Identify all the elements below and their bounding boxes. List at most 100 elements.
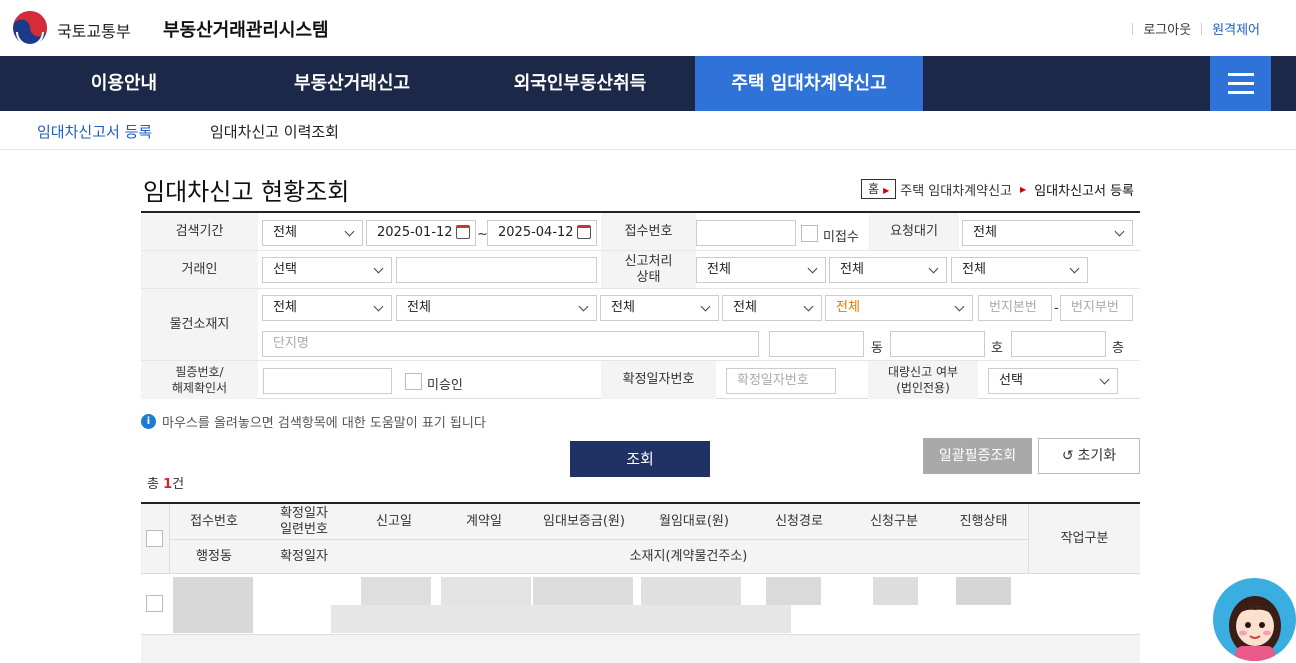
unapproved-label: 미승인	[427, 378, 463, 393]
remote-control-link[interactable]: 원격제어	[1212, 19, 1260, 38]
date-from-field[interactable]: 2025-01-12	[366, 220, 476, 246]
confirm-no-label: 확정일자번호	[601, 361, 716, 399]
calendar-icon[interactable]	[456, 225, 470, 239]
th-status[interactable]: 진행상태	[939, 504, 1028, 539]
info-icon: i	[141, 414, 156, 429]
cert-label: 필증번호/ 해제확인서	[141, 361, 258, 399]
total-count: 총 1건	[147, 473, 184, 492]
th-confirm-serial[interactable]: 확정일자 일련번호	[259, 504, 349, 539]
sub-nav: 임대차신고서 등록 임대차신고 이력조회	[0, 111, 1296, 150]
breadcrumb-home[interactable]: 홈 ▶	[861, 179, 897, 199]
confirm-no-input[interactable]: 확정일자번호	[726, 368, 836, 394]
ho-input[interactable]	[890, 331, 985, 357]
redacted-cell	[873, 577, 918, 605]
location-sido-select[interactable]: 전체	[262, 295, 392, 321]
logout-link[interactable]: 로그아웃	[1143, 19, 1191, 38]
girl-character-icon	[1229, 596, 1281, 661]
menu-hamburger-icon[interactable]	[1210, 56, 1271, 111]
party-name-input[interactable]	[396, 257, 597, 283]
th-confirm-date[interactable]: 확정일자	[259, 540, 349, 574]
period-label: 검색기간	[141, 213, 258, 250]
lot-dash: -	[1054, 301, 1059, 316]
location-ri-select[interactable]: 전체	[722, 295, 822, 321]
header: 국토교통부 부동산거래관리시스템 로그아웃 원격제어	[0, 0, 1296, 56]
gnb-item-trade-report[interactable]: 부동산거래신고	[272, 56, 432, 111]
location-type-select[interactable]: 전체	[825, 295, 973, 321]
utility-links: 로그아웃 원격제어	[1122, 19, 1260, 38]
complex-name-input[interactable]: 단지명	[262, 331, 759, 357]
breadcrumb: 홈 ▶ 주택 임대차계약신고 ▶ 임대차신고서 등록	[861, 179, 1134, 199]
unreceived-checkbox[interactable]	[801, 225, 818, 242]
unapproved-checkbox[interactable]	[405, 373, 422, 390]
lot-main-input[interactable]: 번지본번	[978, 295, 1052, 321]
status-label: 신고처리 상태	[601, 251, 696, 288]
search-button[interactable]: 조회	[570, 441, 710, 477]
gnb-item-foreigner-acquisition[interactable]: 외국인부동산취득	[490, 56, 670, 111]
divider	[1201, 22, 1203, 35]
location-dong-select[interactable]: 전체	[600, 295, 719, 321]
redacted-cell	[956, 577, 1011, 605]
help-text-label: 마우스를 올려놓으면 검색항목에 대한 도움말이 표기 됩니다	[162, 416, 486, 431]
table-row[interactable]	[141, 575, 1140, 635]
table-header: 접수번호 확정일자 일련번호 신고일 계약일 임대보증금(원) 월임대료(원) …	[141, 504, 1140, 574]
row-checkbox[interactable]	[146, 595, 163, 612]
th-monthly-rent[interactable]: 월임대료(원)	[639, 504, 749, 539]
global-nav: 이용안내 부동산거래신고 외국인부동산취득 주택 임대차계약신고	[0, 56, 1296, 111]
search-form: 검색기간 전체 2025-01-12 ~ 2025-04-12 접수번호 미접수…	[141, 211, 1140, 399]
subnav-item-lease-history[interactable]: 임대차신고 이력조회	[210, 121, 339, 142]
status-select-3[interactable]: 전체	[951, 257, 1088, 283]
receipt-no-label: 접수번호	[601, 213, 696, 250]
ho-label: 호	[991, 341, 1003, 356]
total-prefix: 총	[147, 477, 164, 492]
reset-button[interactable]: ↺ 초기화	[1038, 438, 1140, 474]
calendar-icon[interactable]	[577, 225, 591, 239]
party-select[interactable]: 선택	[262, 257, 392, 283]
th-report-date[interactable]: 신고일	[349, 504, 439, 539]
th-address[interactable]: 소재지(계약물건주소)	[349, 540, 1028, 574]
th-deposit[interactable]: 임대보증금(원)	[529, 504, 639, 539]
breadcrumb-home-label: 홈	[868, 182, 880, 196]
gnb-item-guide[interactable]: 이용안내	[44, 56, 204, 111]
cert-no-input[interactable]	[263, 368, 392, 394]
subnav-item-lease-register[interactable]: 임대차신고서 등록	[37, 121, 152, 142]
breadcrumb-item[interactable]: 주택 임대차계약신고	[900, 180, 1012, 199]
floor-input[interactable]	[1011, 331, 1106, 357]
government-emblem-icon	[13, 11, 47, 46]
bulk-cert-button[interactable]: 일괄필증조회	[923, 438, 1032, 474]
total-number: 1	[163, 477, 173, 492]
receipt-no-input[interactable]	[696, 220, 796, 246]
page-title: 임대차신고 현황조회	[143, 178, 350, 206]
th-route[interactable]: 신청경로	[749, 504, 849, 539]
th-contract-date[interactable]: 계약일	[439, 504, 529, 539]
system-title[interactable]: 부동산거래관리시스템	[163, 16, 329, 42]
bulk-select[interactable]: 선택	[988, 368, 1118, 394]
date-to-field[interactable]: 2025-04-12	[487, 220, 597, 246]
lot-sub-input[interactable]: 번지부번	[1060, 295, 1133, 321]
location-label: 물건소재지	[141, 289, 258, 360]
th-admin-dong[interactable]: 행정동	[169, 540, 259, 574]
th-type[interactable]: 신청구분	[849, 504, 939, 539]
divider	[1132, 22, 1134, 35]
arrow-right-icon: ▶	[1020, 184, 1027, 194]
gnb-item-lease-report[interactable]: 주택 임대차계약신고	[695, 56, 923, 111]
th-work-type: 작업구분	[1060, 531, 1109, 546]
status-select-2[interactable]: 전체	[829, 257, 947, 283]
arrow-right-icon: ▶	[883, 186, 890, 195]
chatbot-mascot-icon[interactable]	[1213, 578, 1296, 661]
status-select-1[interactable]: 전체	[696, 257, 826, 283]
floor-label: 층	[1112, 341, 1124, 356]
refresh-icon: ↺	[1061, 448, 1074, 464]
dong-label: 동	[871, 341, 883, 356]
bulk-label: 대량신고 여부 (법인전용)	[868, 361, 978, 399]
period-select[interactable]: 전체	[262, 220, 363, 246]
dong-input[interactable]	[769, 331, 864, 357]
ministry-name: 국토교통부	[57, 22, 131, 41]
request-wait-select[interactable]: 전체	[962, 220, 1133, 246]
th-receipt-no[interactable]: 접수번호	[169, 504, 259, 539]
reset-button-label: 초기화	[1077, 448, 1117, 464]
location-sigungu-select[interactable]: 전체	[396, 295, 597, 321]
select-all-checkbox[interactable]	[146, 530, 163, 547]
redacted-cell	[766, 577, 821, 605]
request-wait-label: 요청대기	[869, 213, 959, 250]
date-from-value: 2025-01-12	[377, 225, 453, 240]
